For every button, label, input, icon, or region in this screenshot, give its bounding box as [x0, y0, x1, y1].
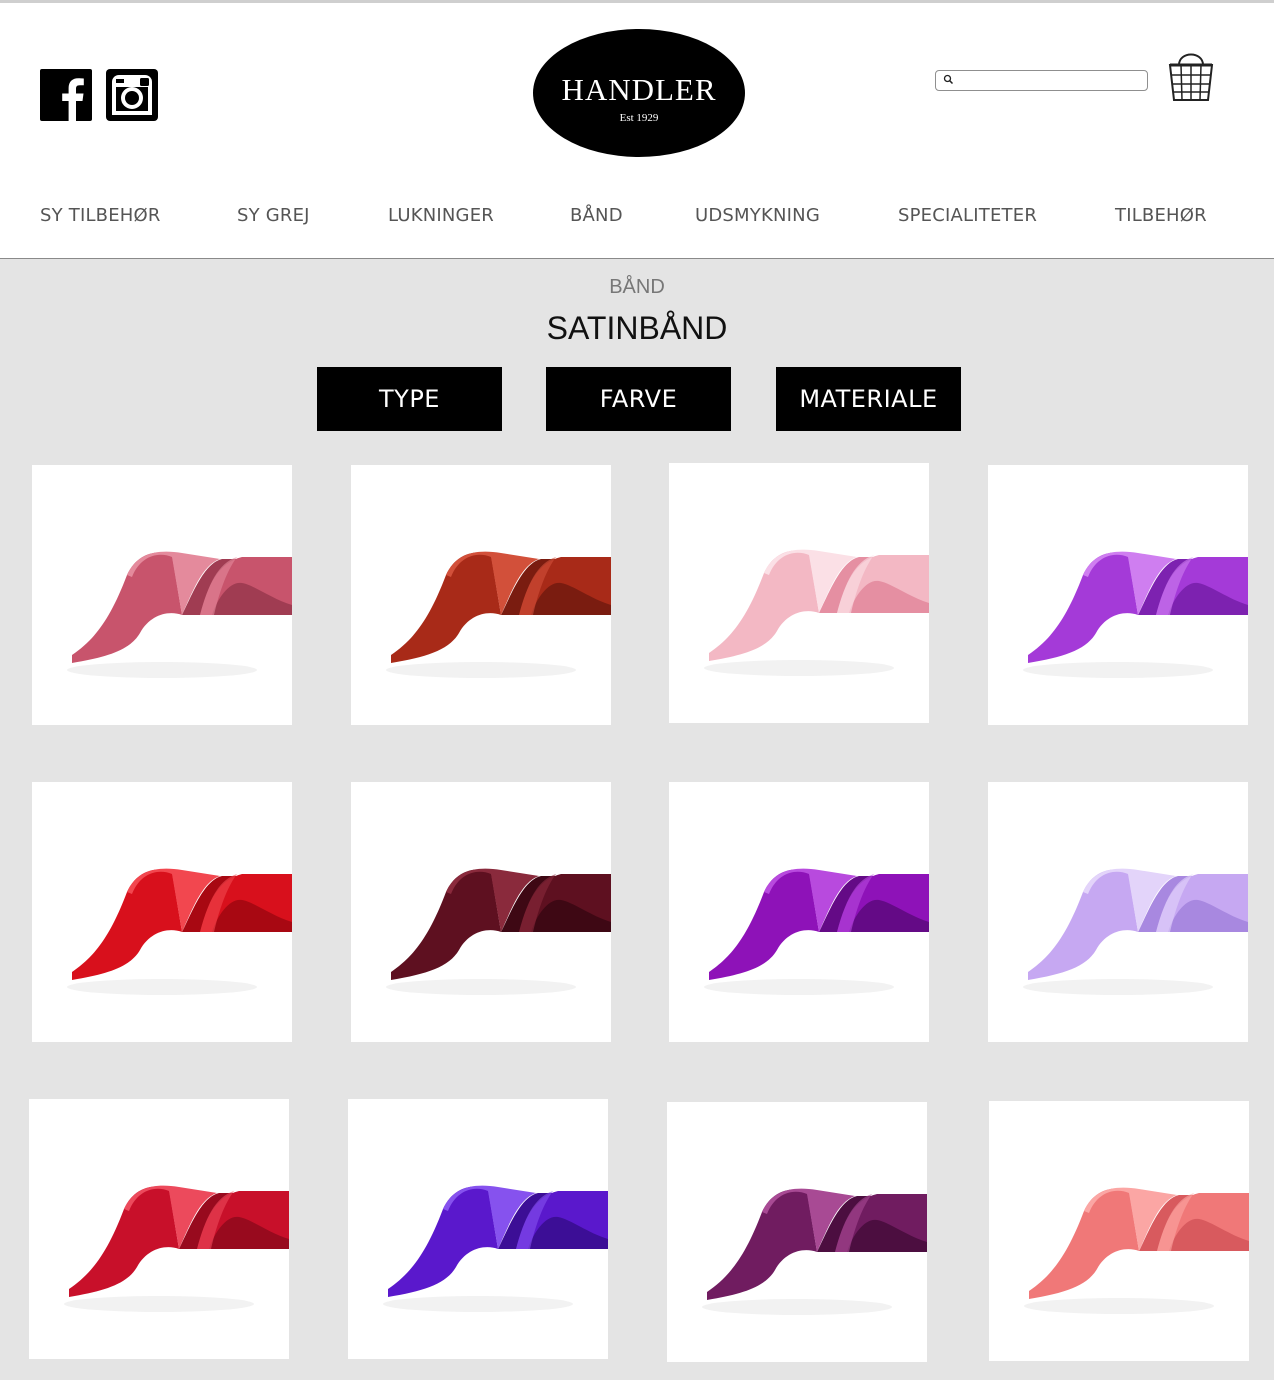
product-tile[interactable] — [667, 1102, 927, 1362]
product-tile[interactable] — [29, 1099, 289, 1359]
ribbon-image — [386, 551, 611, 678]
page-title: SATINBÅND — [546, 310, 728, 346]
ribbon-image — [1024, 1187, 1249, 1314]
ribbon-image — [67, 551, 292, 678]
filter-type-button[interactable]: TYPE — [317, 367, 502, 431]
ribbon-image — [1023, 551, 1248, 678]
product-tile[interactable] — [989, 1101, 1249, 1361]
nav-item-sy-grej[interactable]: SY GREJ — [237, 205, 310, 226]
ribbon-image — [1023, 868, 1248, 995]
ribbon-image — [704, 868, 929, 995]
nav-item-udsmykning[interactable]: UDSMYKNING — [695, 205, 820, 226]
nav-item-specialiteter[interactable]: SPECIALITETER — [898, 205, 1037, 226]
ribbon-image — [704, 549, 929, 676]
breadcrumb[interactable]: BÅND — [0, 276, 1274, 299]
product-tile[interactable] — [988, 782, 1248, 1042]
ribbon-image — [702, 1188, 927, 1315]
ribbon-image — [67, 868, 292, 995]
product-tile[interactable] — [351, 782, 611, 1042]
logo-established: Est 1929 — [619, 112, 659, 124]
facebook-link[interactable] — [40, 69, 92, 121]
ribbon-image — [386, 868, 611, 995]
ribbon-image — [383, 1185, 608, 1312]
facebook-icon — [40, 69, 92, 121]
brand-logo[interactable]: HANDLER Est 1929 — [533, 29, 745, 157]
nav-item-sy-tilbehor[interactable]: SY TILBEHØR — [40, 205, 161, 226]
ribbon-image — [64, 1185, 289, 1312]
instagram-icon — [106, 69, 158, 121]
product-tile[interactable] — [669, 463, 929, 723]
nav-item-tilbehor[interactable]: TILBEHØR — [1115, 205, 1207, 226]
product-tile[interactable] — [988, 465, 1248, 725]
filter-color-button[interactable]: FARVE — [546, 367, 731, 431]
search-input[interactable] — [958, 72, 1143, 88]
search-box[interactable] — [935, 70, 1148, 91]
product-tile[interactable] — [32, 782, 292, 1042]
instagram-link[interactable] — [106, 69, 158, 121]
product-tile[interactable] — [351, 465, 611, 725]
basket-icon — [1168, 53, 1214, 101]
cart-button[interactable] — [1166, 49, 1216, 110]
nav-item-band[interactable]: BÅND — [570, 205, 623, 226]
logo-name: HANDLER — [561, 72, 717, 107]
product-tile[interactable] — [32, 465, 292, 725]
nav-item-lukninger[interactable]: LUKNINGER — [388, 205, 494, 226]
product-tile[interactable] — [669, 782, 929, 1042]
product-tile[interactable] — [348, 1099, 608, 1359]
filter-material-button[interactable]: MATERIALE — [776, 367, 961, 431]
search-icon — [943, 74, 954, 85]
site-header: HANDLER Est 1929 SY TILBEHØR SY GREJ LUK… — [0, 3, 1274, 259]
